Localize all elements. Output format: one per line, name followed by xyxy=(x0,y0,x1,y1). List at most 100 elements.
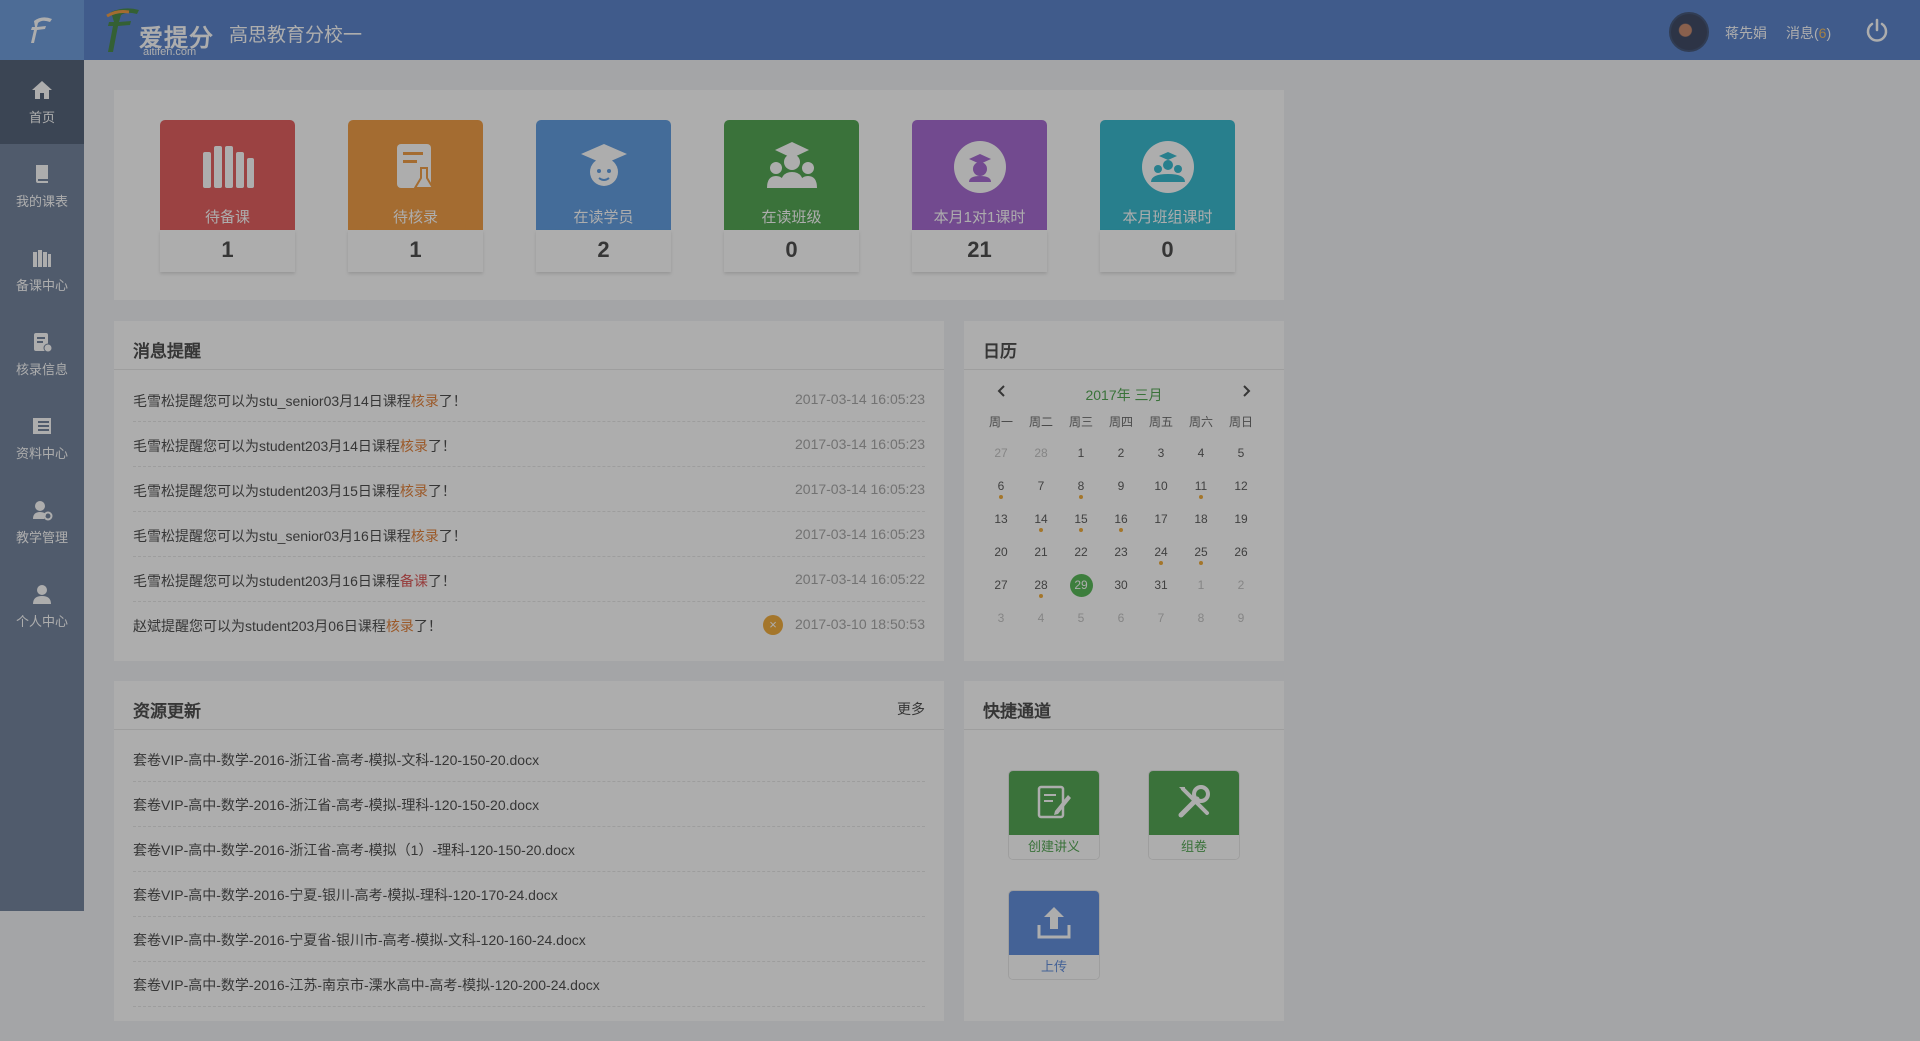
calendar-day[interactable]: 19 xyxy=(1221,508,1261,534)
sidebar-item-resources[interactable]: 资料中心 xyxy=(0,396,84,480)
books-icon xyxy=(33,249,51,267)
list-item[interactable]: 毛雪松提醒您可以为student203月16日课程备课了！ 2017-03-14 … xyxy=(133,557,925,602)
calendar-day[interactable]: 8 xyxy=(1061,475,1101,501)
calendar-day[interactable]: 5 xyxy=(1221,442,1261,468)
calendar-day[interactable]: 2 xyxy=(1101,442,1141,468)
calendar-day[interactable]: 9 xyxy=(1221,607,1261,633)
power-icon[interactable] xyxy=(1864,18,1890,44)
message-text: 毛雪松提醒您可以为student203月16日课程备课了！ xyxy=(133,571,456,591)
calendar-day[interactable]: 12 xyxy=(1221,475,1261,501)
avatar[interactable] xyxy=(1669,12,1709,52)
calendar-day[interactable]: 6 xyxy=(981,475,1021,501)
calendar-day[interactable]: 15 xyxy=(1061,508,1101,534)
list-item[interactable]: 毛雪松提醒您可以为stu_senior03月14日课程核录了！ 2017-03-1… xyxy=(133,377,925,422)
message-action-link[interactable]: 核录 xyxy=(400,483,428,499)
message-action-link[interactable]: 核录 xyxy=(411,393,439,409)
resource-link[interactable]: 套卷VIP-高中-数学-2016-浙江省-高考-模拟（1）-理科-120-150… xyxy=(133,840,575,860)
calendar-day[interactable]: 27 xyxy=(981,574,1021,600)
sidebar-item-schedule[interactable]: 我的课表 xyxy=(0,144,84,228)
upload-button[interactable]: 上传 xyxy=(1009,891,1099,979)
calendar-day[interactable]: 2 xyxy=(1221,574,1261,600)
calendar-day[interactable]: 7 xyxy=(1141,607,1181,633)
stat-card-pending-record[interactable]: 待核录 1 xyxy=(348,120,483,272)
calendar-day[interactable]: 8 xyxy=(1181,607,1221,633)
list-item[interactable]: 套卷VIP-高中-数学-2016-浙江省-高考-模拟-文科-120-150-20… xyxy=(133,737,925,782)
message-time: 2017-03-14 16:05:23 xyxy=(795,391,925,407)
close-icon[interactable]: × xyxy=(763,615,783,635)
calendar-day[interactable]: 14 xyxy=(1021,508,1061,534)
calendar-day[interactable]: 6 xyxy=(1101,607,1141,633)
calendar-day[interactable]: 28 xyxy=(1021,574,1061,600)
chevron-right-icon[interactable] xyxy=(1238,383,1254,399)
calendar-day[interactable]: 27 xyxy=(981,442,1021,468)
calendar-day[interactable]: 16 xyxy=(1101,508,1141,534)
more-link[interactable]: 更多 xyxy=(897,699,925,719)
list-item[interactable]: 套卷VIP-高中-数学-2016-宁夏-银川-高考-模拟-理科-120-170-… xyxy=(133,872,925,917)
sidebar-item-teaching[interactable]: 教学管理 xyxy=(0,480,84,564)
list-item[interactable]: 毛雪松提醒您可以为student203月15日课程核录了！ 2017-03-14 … xyxy=(133,467,925,512)
calendar-day[interactable]: 1 xyxy=(1061,442,1101,468)
message-action-link[interactable]: 核录 xyxy=(411,528,439,544)
calendar-day[interactable]: 24 xyxy=(1141,541,1181,567)
list-item[interactable]: 套卷VIP-高中-数学-2016-浙江省-高考-模拟（1）-理科-120-150… xyxy=(133,827,925,872)
sidebar-item-home[interactable]: 首页 xyxy=(0,60,84,144)
calendar-day[interactable]: 17 xyxy=(1141,508,1181,534)
calendar-day[interactable]: 18 xyxy=(1181,508,1221,534)
resource-link[interactable]: 套卷VIP-高中-数学-2016-浙江省-高考-模拟-理科-120-150-20… xyxy=(133,795,539,815)
stat-card-group-hours[interactable]: 本月班组课时 0 xyxy=(1100,120,1235,272)
compose-paper-button[interactable]: 组卷 xyxy=(1149,771,1239,859)
resource-link[interactable]: 套卷VIP-高中-数学-2016-宁夏-银川-高考-模拟-理科-120-170-… xyxy=(133,885,558,905)
calendar-day[interactable]: 10 xyxy=(1141,475,1181,501)
calendar-day[interactable]: 23 xyxy=(1101,541,1141,567)
calendar-day[interactable]: 4 xyxy=(1021,607,1061,633)
calendar-day[interactable]: 7 xyxy=(1021,475,1061,501)
create-handout-button[interactable]: 创建讲义 xyxy=(1009,771,1099,859)
quick-button-label: 创建讲义 xyxy=(1009,835,1099,859)
calendar-day[interactable]: 20 xyxy=(981,541,1021,567)
calendar-day[interactable]: 30 xyxy=(1101,574,1141,600)
calendar-day[interactable]: 11 xyxy=(1181,475,1221,501)
resource-link[interactable]: 套卷VIP-高中-数学-2016-江苏-南京市-溧水高中-高考-模拟-120-2… xyxy=(133,975,600,995)
calendar-day[interactable]: 28 xyxy=(1021,442,1061,468)
sidebar-item-records[interactable]: 核录信息 xyxy=(0,312,84,396)
user-name[interactable]: 蒋先娟 xyxy=(1725,23,1767,43)
calendar-day[interactable]: 31 xyxy=(1141,574,1181,600)
list-item[interactable]: 套卷VIP-高中-数学-2016-宁夏省-银川市-高考-模拟-文科-120-16… xyxy=(133,917,925,962)
calendar-day[interactable]: 21 xyxy=(1021,541,1061,567)
calendar-day[interactable]: 3 xyxy=(981,607,1021,633)
calendar-weekday: 周四 xyxy=(1108,415,1133,429)
sidebar-item-profile[interactable]: 个人中心 xyxy=(0,564,84,648)
top-bar: 爱提分 aitifen.com 高思教育分校一 蒋先娟 消息(6) xyxy=(0,0,1920,60)
stat-card-pending-prep[interactable]: 待备课 1 xyxy=(160,120,295,272)
calendar-today[interactable]: 29 xyxy=(1061,574,1101,600)
stat-card-students[interactable]: 在读学员 2 xyxy=(536,120,671,272)
resource-link[interactable]: 套卷VIP-高中-数学-2016-浙江省-高考-模拟-文科-120-150-20… xyxy=(133,750,539,770)
sidebar-item-prep-center[interactable]: 备课中心 xyxy=(0,228,84,312)
calendar-day[interactable]: 9 xyxy=(1101,475,1141,501)
message-action-link[interactable]: 核录 xyxy=(386,618,414,634)
calendar-day[interactable]: 4 xyxy=(1181,442,1221,468)
message-time: 2017-03-14 16:05:23 xyxy=(795,481,925,497)
messages-link[interactable]: 消息(6) xyxy=(1786,23,1831,43)
list-item[interactable]: 毛雪松提醒您可以为student203月14日课程核录了！ 2017-03-14 … xyxy=(133,422,925,467)
message-suffix: 了！ xyxy=(438,528,467,544)
stat-card-1on1-hours[interactable]: 本月1对1课时 21 xyxy=(912,120,1047,272)
stat-card-classes[interactable]: 在读班级 0 xyxy=(724,120,859,272)
calendar-day-number: 19 xyxy=(1234,512,1248,526)
calendar-day[interactable]: 13 xyxy=(981,508,1021,534)
list-item[interactable]: 毛雪松提醒您可以为stu_senior03月16日课程核录了！ 2017-03-1… xyxy=(133,512,925,557)
calendar-day-number: 13 xyxy=(994,512,1008,526)
calendar-day[interactable]: 25 xyxy=(1181,541,1221,567)
calendar-day[interactable]: 3 xyxy=(1141,442,1181,468)
calendar-day[interactable]: 5 xyxy=(1061,607,1101,633)
app-logo[interactable] xyxy=(0,0,84,60)
list-item[interactable]: 套卷VIP-高中-数学-2016-江苏-南京市-溧水高中-高考-模拟-120-2… xyxy=(133,962,925,1007)
list-item[interactable]: 套卷VIP-高中-数学-2016-浙江省-高考-模拟-理科-120-150-20… xyxy=(133,782,925,827)
message-action-link[interactable]: 备课 xyxy=(400,573,428,589)
calendar-day[interactable]: 1 xyxy=(1181,574,1221,600)
list-item[interactable]: 赵斌提醒您可以为student203月06日课程核录了！ × 2017-03-10 … xyxy=(133,602,925,647)
message-action-link[interactable]: 核录 xyxy=(400,438,428,454)
resource-link[interactable]: 套卷VIP-高中-数学-2016-宁夏省-银川市-高考-模拟-文科-120-16… xyxy=(133,930,586,950)
calendar-day[interactable]: 26 xyxy=(1221,541,1261,567)
calendar-day[interactable]: 22 xyxy=(1061,541,1101,567)
